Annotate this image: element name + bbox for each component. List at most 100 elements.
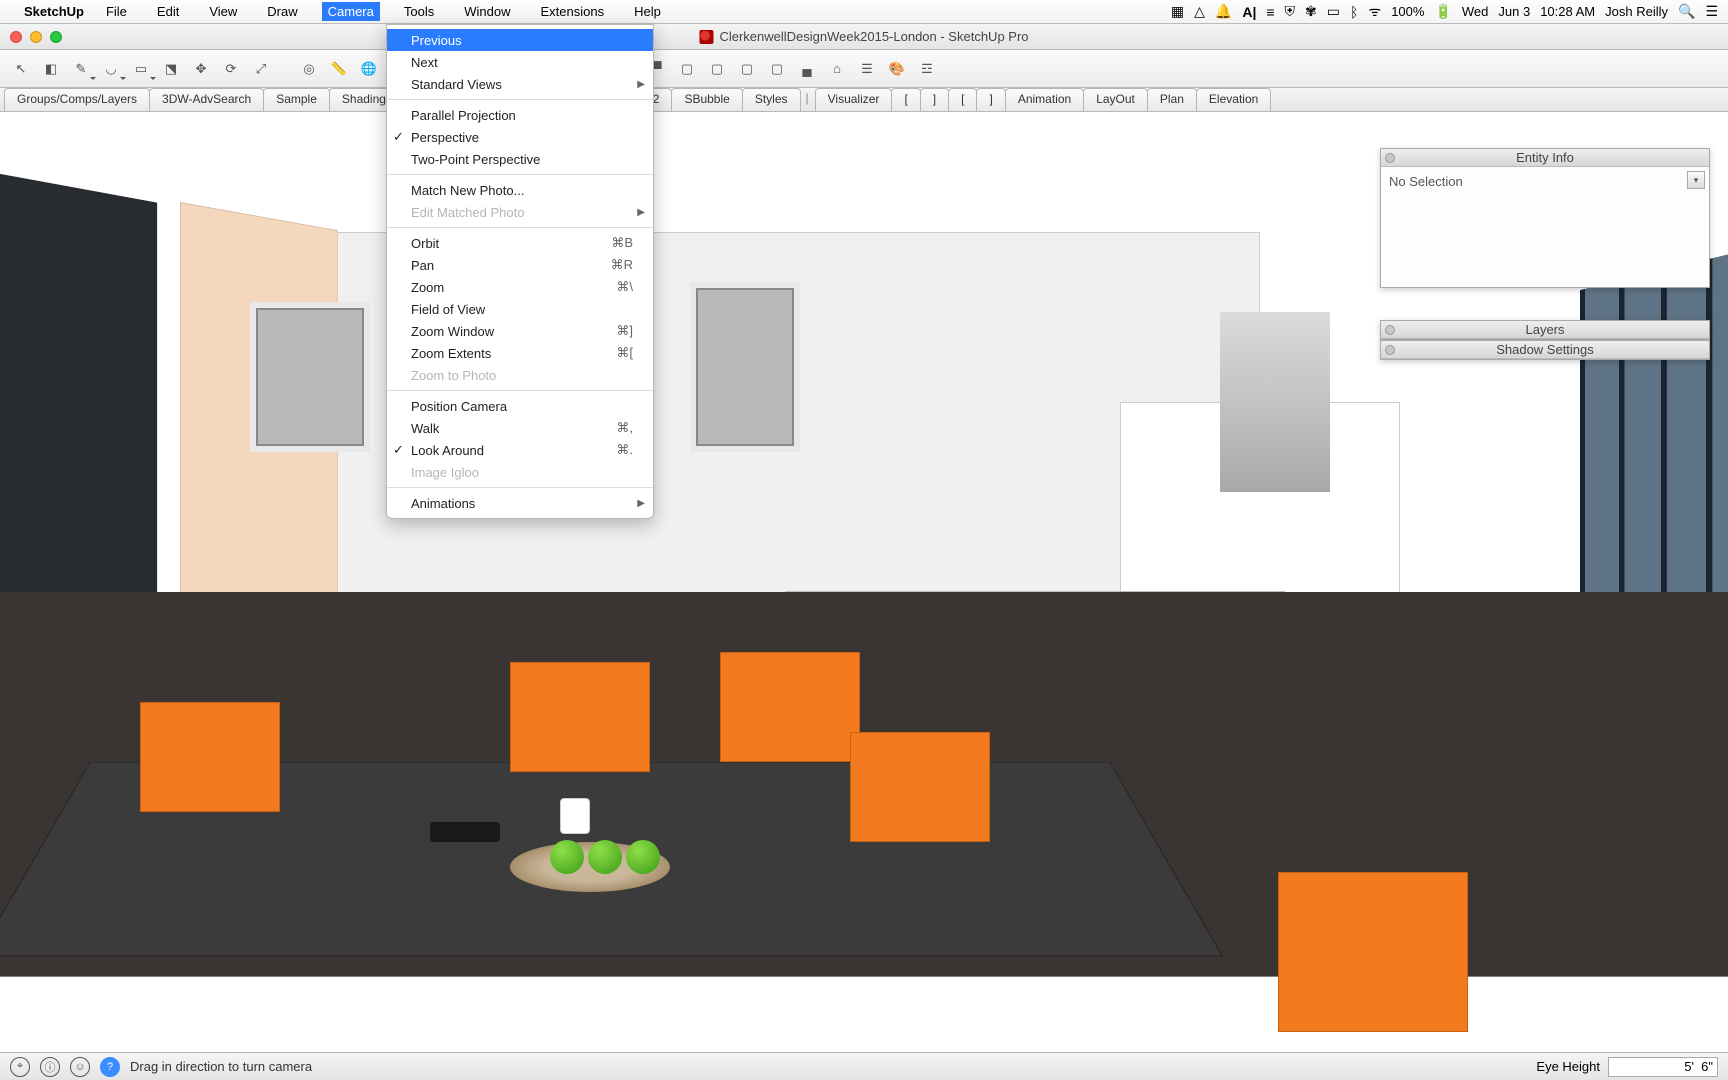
clock-time[interactable]: 10:28 AM <box>1540 4 1595 19</box>
scene-tab[interactable]: 3DW-AdvSearch <box>149 88 264 111</box>
arc-icon[interactable]: ◡ <box>98 56 124 82</box>
menu-camera[interactable]: Camera <box>322 2 380 21</box>
menu-item-animations[interactable]: Animations▶ <box>387 492 653 514</box>
scene-tab[interactable]: SBubble <box>671 88 742 111</box>
offset-icon[interactable]: ◎ <box>296 56 322 82</box>
menu-draw[interactable]: Draw <box>261 2 303 21</box>
menu-icon[interactable]: ≡ <box>1266 4 1274 20</box>
adobe-icon[interactable]: A| <box>1242 4 1256 20</box>
panel-header[interactable]: Shadow Settings <box>1381 341 1709 359</box>
rect-icon[interactable]: ▭ <box>128 56 154 82</box>
menu-item-next[interactable]: Next <box>387 51 653 73</box>
scene-tab[interactable]: Sample <box>263 88 330 111</box>
panel-close-icon[interactable] <box>1385 325 1395 335</box>
wifi-icon[interactable]: ᯤ <box>1368 2 1381 21</box>
zoom-button[interactable] <box>50 31 62 43</box>
front-icon[interactable]: ▢ <box>674 56 700 82</box>
scene-tab[interactable]: ] <box>920 88 949 111</box>
shadow-settings-panel[interactable]: Shadow Settings <box>1380 340 1710 360</box>
entity-info-panel[interactable]: Entity Info No Selection ▾ <box>1380 148 1710 288</box>
menu-view[interactable]: View <box>203 2 243 21</box>
menu-item-field-of-view[interactable]: Field of View <box>387 298 653 320</box>
layers-panel[interactable]: Layers <box>1380 320 1710 340</box>
scene-tab[interactable]: [ <box>948 88 977 111</box>
person-icon[interactable]: ☺ <box>70 1057 90 1077</box>
move-icon[interactable]: ✥ <box>188 56 214 82</box>
clock-day[interactable]: Wed <box>1462 4 1489 19</box>
menu-item-zoom-window[interactable]: Zoom Window⌘] <box>387 320 653 342</box>
shield-icon[interactable]: ⛨ <box>1285 3 1296 20</box>
rotate-icon[interactable]: ⟳ <box>218 56 244 82</box>
layers-icon[interactable]: ☰ <box>854 56 880 82</box>
tape-icon[interactable]: 📏 <box>326 56 352 82</box>
scene-tab[interactable]: [ <box>891 88 920 111</box>
list-icon[interactable]: ☰ <box>1705 3 1718 20</box>
user-name[interactable]: Josh Reilly <box>1605 4 1668 19</box>
menu-item-two-point-perspective[interactable]: Two-Point Perspective <box>387 148 653 170</box>
orbit-icon[interactable]: 🌐 <box>356 56 382 82</box>
bell-icon[interactable]: 🔔 <box>1215 3 1232 20</box>
menu-edit[interactable]: Edit <box>151 2 185 21</box>
scene-tab[interactable]: Plan <box>1147 88 1197 111</box>
scale-icon[interactable]: ⤢ <box>248 56 274 82</box>
scene-tab[interactable]: Animation <box>1005 88 1084 111</box>
app-name[interactable]: SketchUp <box>24 4 84 19</box>
geo-icon[interactable]: ⌖ <box>10 1057 30 1077</box>
panel-header[interactable]: Entity Info <box>1381 149 1709 167</box>
house-icon[interactable]: ⌂ <box>824 56 850 82</box>
menu-extensions[interactable]: Extensions <box>534 2 610 21</box>
menu-item-look-around[interactable]: ✓Look Around⌘. <box>387 439 653 461</box>
search-icon[interactable]: 🔍 <box>1678 3 1695 20</box>
scene-tab[interactable]: Styles <box>742 88 801 111</box>
display-icon[interactable]: ▭ <box>1327 3 1340 20</box>
eraser-icon[interactable]: ◧ <box>38 56 64 82</box>
menu-item-position-camera[interactable]: Position Camera <box>387 395 653 417</box>
menu-window[interactable]: Window <box>458 2 516 21</box>
menu-item-perspective[interactable]: ✓Perspective <box>387 126 653 148</box>
outliner-icon[interactable]: ☲ <box>914 56 940 82</box>
measure-input[interactable] <box>1608 1057 1718 1077</box>
menu-item-zoom[interactable]: Zoom⌘\ <box>387 276 653 298</box>
menu-item-walk[interactable]: Walk⌘, <box>387 417 653 439</box>
menu-help[interactable]: Help <box>628 2 667 21</box>
stoplight-icon[interactable]: ▦ <box>1171 3 1184 20</box>
menu-item-parallel-projection[interactable]: Parallel Projection <box>387 104 653 126</box>
minimize-button[interactable] <box>30 31 42 43</box>
viewport[interactable]: Entity Info No Selection ▾ Layers Shadow… <box>0 112 1728 1052</box>
menu-item-match-new-photo-[interactable]: Match New Photo... <box>387 179 653 201</box>
pencil-icon[interactable]: ✎ <box>68 56 94 82</box>
menu-item-zoom-extents[interactable]: Zoom Extents⌘[ <box>387 342 653 364</box>
panel-expand-button[interactable]: ▾ <box>1687 171 1705 189</box>
clock-date[interactable]: Jun 3 <box>1498 4 1530 19</box>
menu-item-orbit[interactable]: Orbit⌘B <box>387 232 653 254</box>
drive-icon[interactable]: △ <box>1194 3 1205 20</box>
scene-tab[interactable]: Elevation <box>1196 88 1271 111</box>
scene-tab[interactable]: LayOut <box>1083 88 1148 111</box>
bluetooth-icon[interactable]: ᛒ <box>1350 4 1358 20</box>
scene-tab[interactable]: Groups/Comps/Layers <box>4 88 150 111</box>
help-icon[interactable]: ? <box>100 1057 120 1077</box>
left-icon[interactable]: ▢ <box>764 56 790 82</box>
back-icon[interactable]: ▢ <box>734 56 760 82</box>
close-button[interactable] <box>10 31 22 43</box>
panel-close-icon[interactable] <box>1385 153 1395 163</box>
credits-icon[interactable]: ⓘ <box>40 1057 60 1077</box>
menu-item-pan[interactable]: Pan⌘R <box>387 254 653 276</box>
styles-icon[interactable]: 🎨 <box>884 56 910 82</box>
select-icon[interactable]: ↖ <box>8 56 34 82</box>
menu-item-previous[interactable]: Previous <box>387 29 653 51</box>
battery-icon[interactable]: 🔋 <box>1434 3 1451 20</box>
menu-file[interactable]: File <box>100 2 133 21</box>
menu-tools[interactable]: Tools <box>398 2 440 21</box>
camera-menu[interactable]: PreviousNextStandard Views▶ Parallel Proj… <box>386 24 654 519</box>
battery-pct[interactable]: 100% <box>1391 4 1424 19</box>
evernote-icon[interactable]: ✾ <box>1305 3 1317 20</box>
right-icon[interactable]: ▢ <box>704 56 730 82</box>
scene-tab[interactable]: Visualizer <box>815 88 893 111</box>
menu-item-standard-views[interactable]: Standard Views▶ <box>387 73 653 95</box>
panel-close-icon[interactable] <box>1385 345 1395 355</box>
bottom-icon[interactable]: ▄ <box>794 56 820 82</box>
pushpull-icon[interactable]: ⬔ <box>158 56 184 82</box>
panel-header[interactable]: Layers <box>1381 321 1709 339</box>
scene-tab[interactable]: ] <box>976 88 1005 111</box>
